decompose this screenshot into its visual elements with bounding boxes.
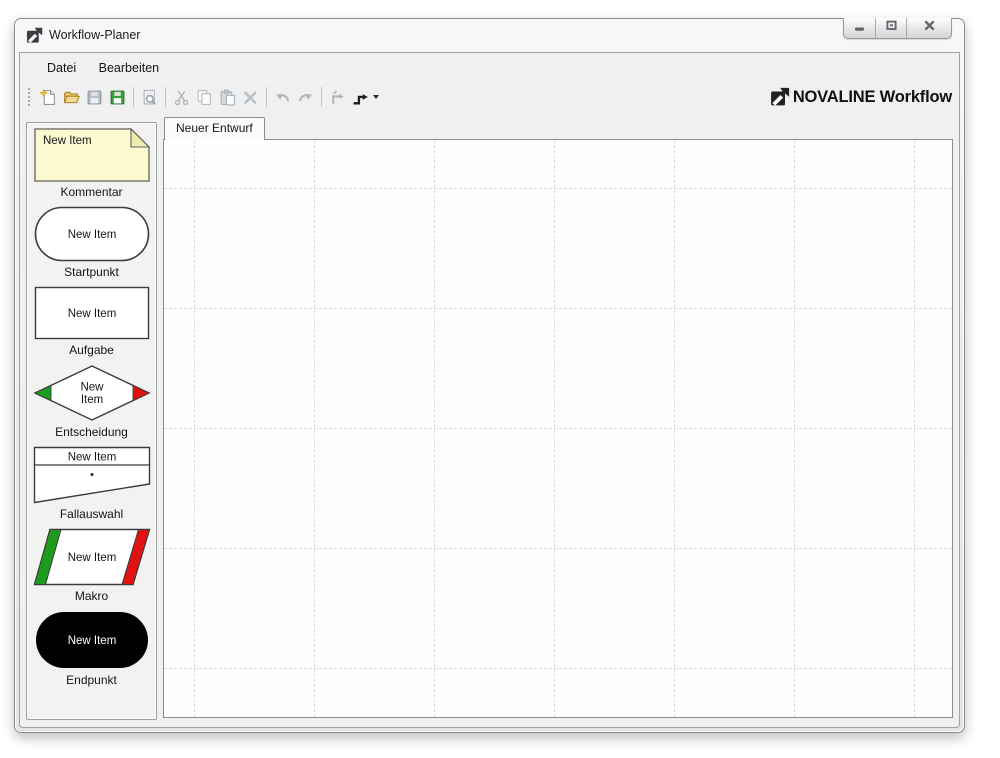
palette-caption-endpunkt: Endpunkt bbox=[66, 673, 117, 687]
svg-text:New Item: New Item bbox=[43, 135, 92, 147]
open-folder-icon bbox=[63, 89, 80, 106]
window-controls bbox=[843, 18, 952, 39]
palette-shape-kommentar[interactable]: New Item bbox=[33, 127, 150, 182]
toolbar-separator bbox=[321, 87, 322, 107]
save-button[interactable] bbox=[83, 86, 106, 109]
delete-icon bbox=[242, 89, 259, 106]
palette-item-aufgabe: New Item Aufgabe bbox=[27, 286, 156, 357]
toolbar-separator bbox=[266, 87, 267, 107]
svg-text:New Item: New Item bbox=[67, 452, 116, 464]
reroute-connector-button[interactable] bbox=[326, 86, 349, 109]
new-document-button[interactable] bbox=[37, 86, 60, 109]
palette-item-entscheidung: New Item Entscheidung bbox=[27, 364, 156, 439]
palette-caption-entscheidung: Entscheidung bbox=[55, 425, 128, 439]
save-all-button[interactable] bbox=[106, 86, 129, 109]
palette-item-fallauswahl: New Item Fallauswahl bbox=[27, 446, 156, 521]
paste-icon bbox=[219, 89, 236, 106]
redo-button[interactable] bbox=[294, 86, 317, 109]
app-window: Workflow-Planer Datei Bearbeiten NOVALIN… bbox=[14, 18, 965, 733]
design-canvas[interactable] bbox=[163, 139, 953, 718]
close-button[interactable] bbox=[906, 18, 951, 38]
connector-style-dropdown-caret[interactable] bbox=[373, 95, 379, 99]
palette-item-kommentar: New Item Kommentar bbox=[27, 127, 156, 199]
shape-palette: New Item Kommentar New Item Startpunkt New I… bbox=[26, 122, 157, 720]
grid-line bbox=[164, 188, 952, 189]
toolbar-grip-handle[interactable] bbox=[28, 88, 31, 106]
minimize-button[interactable] bbox=[844, 18, 875, 38]
svg-text:Item: Item bbox=[80, 394, 102, 406]
close-icon bbox=[922, 18, 937, 38]
palette-shape-startpunkt[interactable]: New Item bbox=[34, 206, 150, 262]
app-logo-icon bbox=[26, 27, 43, 44]
palette-item-startpunkt: New Item Startpunkt bbox=[27, 206, 156, 279]
tab-neuer-entwurf[interactable]: Neuer Entwurf bbox=[164, 117, 265, 140]
brand: NOVALINE Workflow bbox=[770, 87, 952, 107]
palette-caption-startpunkt: Startpunkt bbox=[64, 265, 119, 279]
new-document-icon bbox=[39, 88, 57, 106]
minimize-icon bbox=[852, 18, 867, 38]
copy-icon bbox=[196, 89, 213, 106]
palette-item-makro: New Item Makro bbox=[27, 528, 156, 603]
cut-button[interactable] bbox=[170, 86, 193, 109]
palette-caption-aufgabe: Aufgabe bbox=[69, 343, 114, 357]
save-all-icon bbox=[109, 89, 126, 106]
palette-shape-aufgabe[interactable]: New Item bbox=[34, 286, 150, 340]
grid-line bbox=[164, 428, 952, 429]
palette-caption-fallauswahl: Fallauswahl bbox=[59, 507, 124, 521]
svg-text:New Item: New Item bbox=[67, 635, 116, 647]
connector-style-button[interactable] bbox=[349, 86, 372, 109]
grid-line bbox=[164, 668, 952, 669]
menu-bar: Datei Bearbeiten bbox=[20, 53, 959, 81]
brand-text: NOVALINE Workflow bbox=[792, 87, 952, 106]
redo-icon bbox=[297, 89, 314, 106]
palette-shape-fallauswahl[interactable]: New Item bbox=[33, 446, 151, 504]
restore-icon bbox=[884, 18, 899, 38]
svg-text:New Item: New Item bbox=[67, 552, 116, 564]
undo-icon bbox=[274, 89, 291, 106]
title-bar[interactable]: Workflow-Planer bbox=[15, 18, 964, 52]
palette-item-endpunkt: New Item Endpunkt bbox=[27, 610, 156, 687]
client-area: Datei Bearbeiten NOVALINE Workflow New I… bbox=[19, 52, 960, 728]
svg-text:New Item: New Item bbox=[67, 229, 116, 241]
print-preview-icon bbox=[141, 89, 158, 106]
restore-button[interactable] bbox=[875, 18, 906, 38]
toolbar-buttons bbox=[37, 86, 383, 109]
toolbar: NOVALINE Workflow bbox=[20, 81, 959, 113]
window-title: Workflow-Planer bbox=[49, 28, 141, 42]
connector-style-icon bbox=[352, 89, 369, 106]
toolbar-separator bbox=[133, 87, 134, 107]
undo-button[interactable] bbox=[271, 86, 294, 109]
menu-item-datei[interactable]: Datei bbox=[40, 59, 83, 77]
paste-button[interactable] bbox=[216, 86, 239, 109]
palette-shape-makro[interactable]: New Item bbox=[33, 528, 151, 586]
palette-caption-kommentar: Kommentar bbox=[60, 185, 123, 199]
cut-icon bbox=[173, 89, 190, 106]
novaline-logo-icon bbox=[770, 87, 789, 106]
save-icon bbox=[86, 89, 103, 106]
palette-shape-entscheidung[interactable]: New Item bbox=[32, 364, 151, 422]
palette-shape-endpunkt[interactable]: New Item bbox=[34, 610, 150, 670]
open-folder-button[interactable] bbox=[60, 86, 83, 109]
svg-text:New: New bbox=[80, 382, 104, 394]
delete-button[interactable] bbox=[239, 86, 262, 109]
menu-item-bearbeiten[interactable]: Bearbeiten bbox=[92, 59, 166, 77]
print-preview-button[interactable] bbox=[138, 86, 161, 109]
reroute-connector-icon bbox=[329, 89, 346, 106]
svg-text:New Item: New Item bbox=[67, 308, 116, 320]
grid-line bbox=[164, 308, 952, 309]
toolbar-separator bbox=[165, 87, 166, 107]
grid-line bbox=[164, 548, 952, 549]
copy-button[interactable] bbox=[193, 86, 216, 109]
desktop: Workflow-Planer Datei Bearbeiten NOVALIN… bbox=[0, 0, 1000, 758]
palette-caption-makro: Makro bbox=[74, 589, 109, 603]
document-area: Neuer Entwurf bbox=[163, 117, 953, 718]
